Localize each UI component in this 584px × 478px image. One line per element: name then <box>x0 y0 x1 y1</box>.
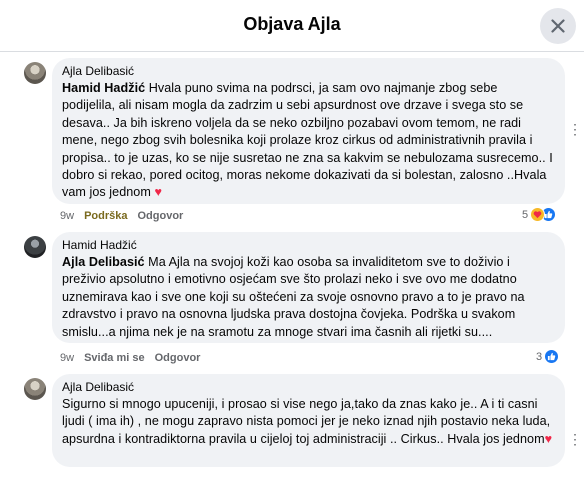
avatar[interactable] <box>24 62 46 84</box>
reaction-summary[interactable]: 5 <box>522 207 557 222</box>
comment-text: Sigurno si mnogo upuceniji, i prosao si … <box>62 396 553 448</box>
comment-body: Hvala puno svima na podrsci, ja sam ovo … <box>62 81 553 200</box>
comment-bubble: Ajla Delibasić Sigurno si mnogo upucenij… <box>52 374 565 467</box>
like-reaction-icon <box>544 349 560 364</box>
dialog-title: Objava Ajla <box>243 14 341 34</box>
close-button[interactable] <box>540 8 576 44</box>
heart-emoji: ♥ <box>544 431 553 446</box>
comment-actions: 9w Podrška Odgovor <box>60 210 183 222</box>
mention-link[interactable]: Hamid Hadžić <box>62 81 145 95</box>
reaction-count: 3 <box>536 350 543 363</box>
dialog-header: Objava Ajla <box>0 0 584 52</box>
comment-text: Hamid Hadžić Hvala puno svima na podrsci… <box>62 80 553 202</box>
comment-bubble: Hamid Hadžić Ajla Delibasić Ma Ajla na s… <box>52 232 565 343</box>
comment-actions: 9w Sviđa mi se Odgovor <box>60 352 200 364</box>
comment-body: Sigurno si mnogo upuceniji, i prosao si … <box>62 397 551 446</box>
reply-button[interactable]: Odgovor <box>137 210 183 222</box>
more-dots-icon[interactable]: ⋮ <box>568 122 582 136</box>
avatar[interactable] <box>24 378 46 400</box>
comment-author[interactable]: Ajla Delibasić <box>62 380 553 395</box>
reply-button[interactable]: Odgovor <box>155 352 201 364</box>
comment-text: Ajla Delibasić Ma Ajla na svojoj koži ka… <box>62 254 553 341</box>
comment-time[interactable]: 9w <box>60 352 74 364</box>
comment-author[interactable]: Ajla Delibasić <box>62 64 553 79</box>
like-button[interactable]: Sviđa mi se <box>84 352 145 364</box>
comment-bubble: Ajla Delibasić Hamid Hadžić Hvala puno s… <box>52 58 565 204</box>
close-icon <box>551 19 565 33</box>
heart-emoji: ♥ <box>154 185 162 200</box>
react-button[interactable]: Podrška <box>84 210 127 222</box>
mention-link[interactable]: Ajla Delibasić <box>62 255 145 269</box>
comment-time[interactable]: 9w <box>60 210 74 222</box>
more-dots-icon[interactable]: ⋮ <box>568 432 582 446</box>
reaction-count: 5 <box>522 208 529 221</box>
reaction-summary[interactable]: 3 <box>536 349 560 364</box>
avatar[interactable] <box>24 236 46 258</box>
comment-author[interactable]: Hamid Hadžić <box>62 238 553 253</box>
